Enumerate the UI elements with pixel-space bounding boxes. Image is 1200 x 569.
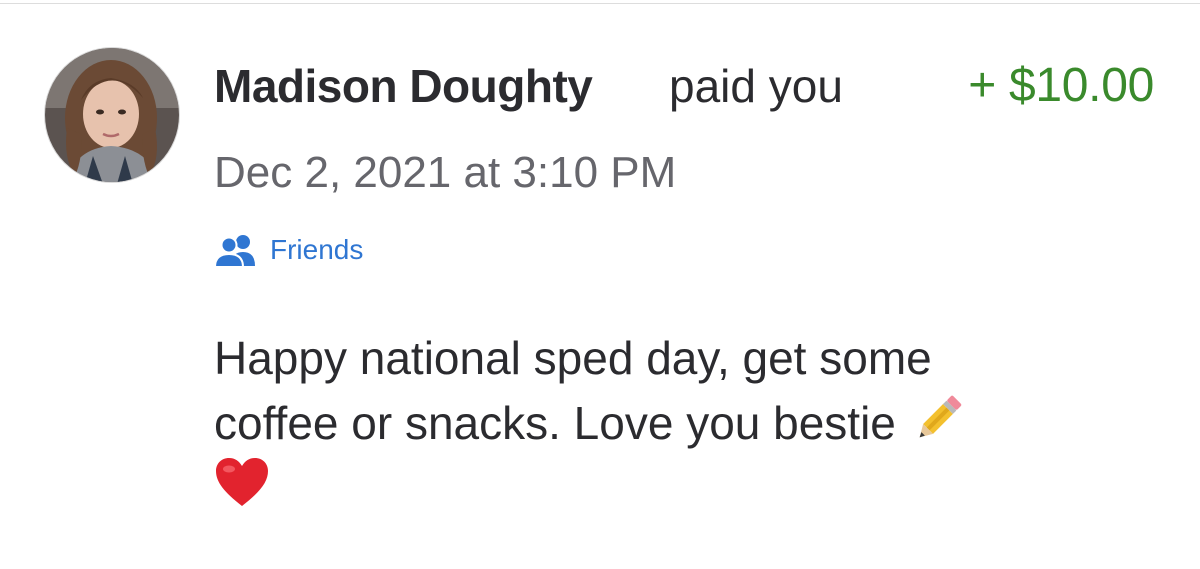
transaction-header: Madison Doughty paid you + $10.00 <box>214 58 1174 114</box>
privacy-setting[interactable]: Friends <box>213 232 364 268</box>
pencil-icon <box>909 390 967 464</box>
red-heart-icon <box>214 456 270 524</box>
transaction-detail: Madison Doughty paid you + $10.00 Dec 2,… <box>0 0 1200 569</box>
note-line-1: Happy national sped day, get some <box>214 332 932 384</box>
avatar[interactable] <box>44 47 180 183</box>
friends-icon <box>213 232 260 268</box>
payer-name-link[interactable]: Madison Doughty <box>214 58 593 114</box>
payment-note: Happy national sped day, get some coffee… <box>214 326 1154 518</box>
transaction-timestamp: Dec 2, 2021 at 3:10 PM <box>214 148 677 197</box>
top-divider <box>0 3 1200 4</box>
payment-amount: + $10.00 <box>968 59 1154 112</box>
note-line-2: coffee or snacks. Love you bestie <box>214 390 1154 454</box>
privacy-label: Friends <box>270 234 364 265</box>
note-line-3 <box>214 454 1154 518</box>
payment-action-text: paid you <box>669 60 843 112</box>
